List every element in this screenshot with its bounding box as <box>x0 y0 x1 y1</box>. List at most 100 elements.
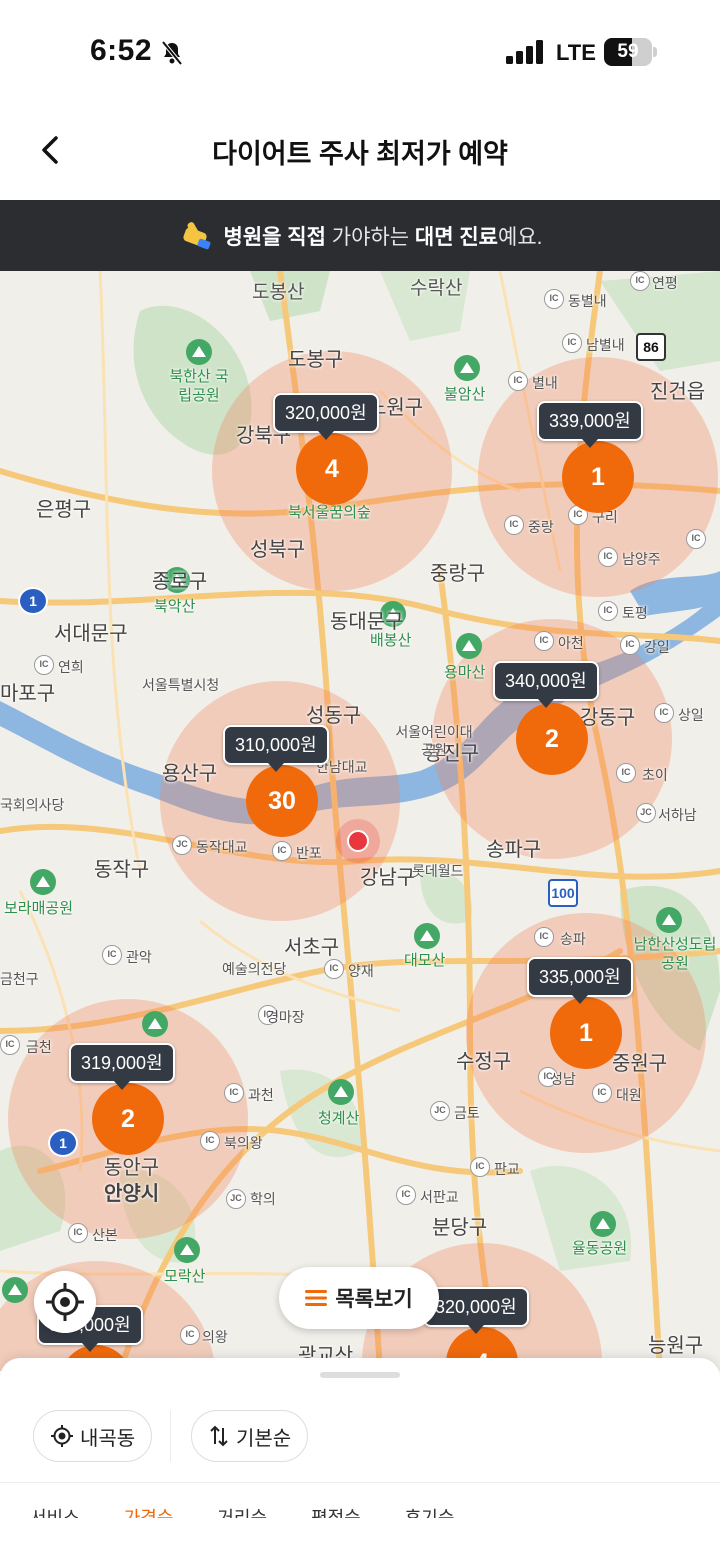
ic-badge: IC <box>470 1157 490 1177</box>
app-header: 다이어트 주사 최저가 예약 <box>0 100 720 200</box>
place-label: 금천구 <box>0 971 39 987</box>
battery-tip <box>653 47 657 57</box>
price-tag[interactable]: 319,000원 <box>69 1043 175 1090</box>
route-shield: 1 <box>18 587 48 615</box>
cluster-marker[interactable]: 2 <box>516 703 588 775</box>
notice-emphasis-2: 대면 진료 <box>414 225 499 249</box>
place-label: 초이 <box>642 767 668 783</box>
place-label: 진건읍 <box>650 381 706 403</box>
cluster-marker[interactable]: 4 <box>296 433 368 505</box>
price-tag[interactable]: 310,000원 <box>223 725 329 772</box>
crosshair-icon[interactable] <box>34 1271 96 1333</box>
price-tag[interactable]: 335,000원 <box>527 957 633 1004</box>
place-label: 용산구 <box>162 763 218 785</box>
place-label: 북의왕 <box>224 1135 263 1151</box>
sort-arrows-icon <box>210 1425 228 1447</box>
cluster-marker[interactable]: 1 <box>550 997 622 1069</box>
place-label: 중랑 <box>528 519 554 535</box>
place-label: 예술의전당 <box>222 961 287 977</box>
place-label: 서초구 <box>284 937 340 959</box>
park-icon <box>456 633 482 659</box>
park-icon <box>30 869 56 895</box>
ic-badge: IC <box>180 1325 200 1345</box>
ic-badge: IC <box>598 547 618 567</box>
place-label: 대모산 <box>404 952 446 969</box>
status-time: 6:52 <box>90 34 153 67</box>
ic-badge: IC <box>508 371 528 391</box>
location-filter-chip[interactable]: 내곡동 <box>33 1410 153 1462</box>
place-label: 은평구 <box>36 499 92 521</box>
map-view[interactable]: IC IC IC IC IC IC IC IC IC IC IC IC IC I… <box>0 271 720 1371</box>
ic-badge: IC <box>592 1083 612 1103</box>
place-label: 산본 <box>92 1227 118 1243</box>
park-icon <box>454 355 480 381</box>
ic-badge: IC <box>34 655 54 675</box>
place-label: 관악 <box>126 949 152 965</box>
notice-banner: 병원을 직접 가야하는 대면 진료예요. <box>0 200 720 271</box>
cluster-marker[interactable]: 30 <box>246 765 318 837</box>
sheet-handle[interactable] <box>320 1372 400 1378</box>
place-label: 서대문구 <box>54 623 128 645</box>
cluster-marker[interactable]: 2 <box>92 1083 164 1155</box>
place-label: 성북구 <box>250 539 306 561</box>
sheet-tab[interactable]: 평점순 <box>311 1498 361 1518</box>
park-icon <box>656 907 682 933</box>
list-view-button[interactable]: 목록보기 <box>279 1267 439 1329</box>
list-icon <box>305 1290 328 1306</box>
bottom-sheet[interactable]: 내곡동 기본순 서비스 가격순 거리순 평점순 후기순 <box>0 1358 720 1564</box>
place-label: 반포 <box>296 845 322 861</box>
ic-badge: IC <box>0 1035 20 1055</box>
park-icon <box>414 923 440 949</box>
place-label: 남별내 <box>586 337 625 353</box>
chip-divider <box>170 1410 171 1462</box>
place-label: 성남 <box>550 1071 576 1087</box>
ic-badge: IC <box>686 529 706 549</box>
place-label: 서하남 <box>658 807 697 823</box>
sheet-tab[interactable]: 서비스 <box>30 1498 80 1518</box>
notice-normal-1: 가야하는 <box>325 225 415 249</box>
price-tag[interactable]: 320,000원 <box>273 393 379 440</box>
battery-body: 59 <box>604 38 652 66</box>
place-label: 토평 <box>622 605 648 621</box>
price-tag[interactable]: 339,000원 <box>537 401 643 448</box>
ic-badge: JC <box>430 1101 450 1121</box>
sheet-divider <box>0 1482 720 1483</box>
place-label: 연평 <box>652 275 678 291</box>
place-label: 불암산 <box>444 386 486 403</box>
place-label: 수정구 <box>456 1051 512 1073</box>
place-label: 송파구 <box>486 839 542 861</box>
price-tag[interactable]: 320,000원 <box>423 1287 529 1334</box>
list-view-label: 목록보기 <box>335 1288 413 1311</box>
ic-badge: IC <box>620 635 640 655</box>
price-tag[interactable]: 340,000원 <box>493 661 599 708</box>
pointing-hand-icon <box>182 221 210 249</box>
place-label: 동별내 <box>568 293 607 309</box>
ic-badge: IC <box>224 1083 244 1103</box>
sheet-tab[interactable]: 후기순 <box>405 1498 455 1518</box>
ic-badge: IC <box>396 1185 416 1205</box>
place-label: 별내 <box>532 375 558 391</box>
route-shield: 86 <box>636 333 666 361</box>
park-icon <box>2 1277 28 1303</box>
place-label: 금천 <box>26 1039 52 1055</box>
sheet-tab[interactable]: 가격순 <box>124 1498 174 1518</box>
place-label: 수락산 <box>410 278 463 299</box>
place-label: 분당구 <box>432 1217 488 1239</box>
sheet-tab[interactable]: 거리순 <box>217 1498 267 1518</box>
sort-filter-chip[interactable]: 기본순 <box>191 1410 309 1462</box>
route-shield: 1 <box>48 1129 78 1157</box>
signal-icon <box>506 40 543 64</box>
sort-chip-label: 기본순 <box>236 1427 292 1450</box>
place-label: 안양시 <box>104 1183 160 1205</box>
ic-badge: IC <box>534 927 554 947</box>
cluster-marker[interactable]: 1 <box>562 441 634 513</box>
place-label: 동작구 <box>94 859 150 881</box>
location-target-icon <box>51 1425 73 1447</box>
place-label: 송파 <box>560 931 586 947</box>
place-label: 용마산 <box>444 664 486 681</box>
place-label: 강일 <box>644 639 670 655</box>
battery-percent: 59 <box>617 41 639 62</box>
ic-badge: IC <box>562 333 582 353</box>
place-label: 마포구 <box>0 683 56 705</box>
place-label: 도봉구 <box>288 349 344 371</box>
